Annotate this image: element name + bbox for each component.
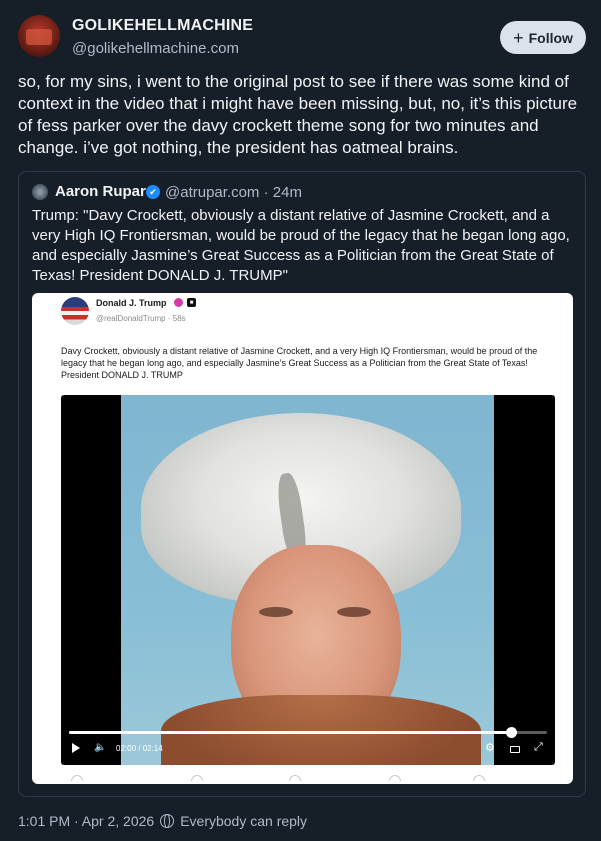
video-progress-bar[interactable] xyxy=(69,727,547,738)
reply-icon xyxy=(71,775,83,781)
embedded-post-text: Davy Crockett, obviously a distant relat… xyxy=(61,346,538,380)
video-time: 02:00 / 02:14 xyxy=(116,744,163,753)
bookmark-icon xyxy=(389,775,401,781)
verified-check-icon: ✔ xyxy=(146,185,160,199)
plus-icon: + xyxy=(513,27,524,48)
volume-icon[interactable]: 🔈 xyxy=(94,742,106,753)
embedded-action-row xyxy=(61,775,556,784)
reply-setting: Everybody can reply xyxy=(180,813,308,829)
affiliate-badge-icon: ■ xyxy=(187,298,196,307)
globe-icon xyxy=(160,814,175,828)
quoted-author-avatar[interactable] xyxy=(32,184,48,200)
embedded-author-handle: @realDonaldTrump · 58s xyxy=(96,314,186,323)
quoted-author-name[interactable]: Aaron Rupar xyxy=(55,183,146,200)
settings-gear-icon[interactable]: ⚙ xyxy=(485,741,495,754)
like-icon xyxy=(289,775,301,781)
share-icon xyxy=(473,775,485,781)
quoted-post-text: Trump: "Davy Crockett, obviously a dista… xyxy=(32,207,570,284)
follow-button-label: Follow xyxy=(528,29,573,46)
video-progress-fill xyxy=(69,731,512,734)
video-player[interactable]: 🔈 02:00 / 02:14 ⚙ ⤢ xyxy=(61,395,555,765)
embedded-author-name: Donald J. Trump xyxy=(96,298,167,308)
quoted-author-handle: @atrupar.com · 24m xyxy=(165,184,302,201)
picture-in-picture-icon[interactable] xyxy=(510,746,520,753)
author-avatar[interactable] xyxy=(18,15,60,57)
quoted-post[interactable]: Aaron Rupar ✔ @atrupar.com · 24m Trump: … xyxy=(18,171,586,797)
embedded-author-avatar xyxy=(61,297,89,325)
verified-badge-icon xyxy=(174,298,183,307)
repost-icon xyxy=(191,775,203,781)
fullscreen-icon[interactable]: ⤢ xyxy=(534,741,543,754)
play-icon[interactable] xyxy=(72,743,80,753)
buckskin-shirt xyxy=(161,695,481,765)
author-display-name[interactable]: GOLIKEHELLMACHINE xyxy=(72,17,253,35)
post-text: so, for my sins, i went to the original … xyxy=(18,72,578,157)
embedded-screenshot[interactable]: Donald J. Trump ■ @realDonaldTrump · 58s… xyxy=(32,293,573,784)
follow-button[interactable]: + Follow xyxy=(500,21,586,54)
post-footer: 1:01 PM · Apr 2, 2026 Everybody can repl… xyxy=(18,813,307,829)
video-scrub-handle[interactable] xyxy=(506,727,518,738)
video-frame xyxy=(121,395,494,765)
author-handle[interactable]: @golikehellmachine.com xyxy=(72,40,239,57)
post-timestamp[interactable]: 1:01 PM · Apr 2, 2026 xyxy=(18,813,154,829)
